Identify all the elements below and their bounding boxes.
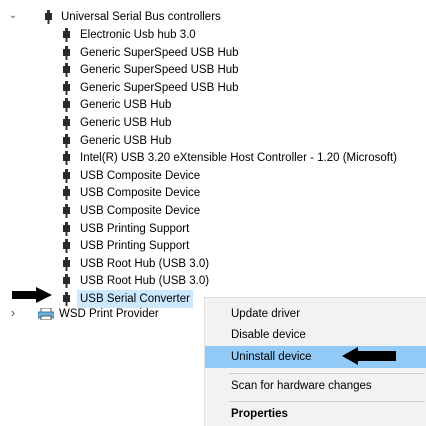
- usb-plug-icon: [63, 151, 70, 165]
- tree-node-device[interactable]: Generic USB Hub: [0, 114, 426, 132]
- usb-plug-icon: [63, 63, 70, 77]
- tree-node-label: Generic USB Hub: [80, 117, 172, 129]
- usb-plug-icon: [63, 98, 70, 112]
- tree-node-device[interactable]: USB Root Hub (USB 3.0): [0, 272, 426, 290]
- tree-node-device[interactable]: Generic SuperSpeed USB Hub: [0, 61, 426, 79]
- tree-node-label: USB Composite Device: [80, 187, 201, 199]
- usb-plug-icon: [63, 292, 70, 306]
- usb-plug-icon: [63, 134, 70, 148]
- menu-item-properties[interactable]: Properties: [205, 403, 426, 425]
- tree-node-device[interactable]: Generic SuperSpeed USB Hub: [0, 44, 426, 62]
- menu-item-label: Scan for hardware changes: [231, 380, 372, 392]
- tree-node-device[interactable]: USB Composite Device: [0, 202, 426, 220]
- usb-plug-icon: [63, 239, 70, 253]
- tree-node-label: USB Composite Device: [80, 205, 201, 217]
- tree-node-label: Generic SuperSpeed USB Hub: [80, 64, 239, 76]
- tree-node-label: Generic USB Hub: [80, 135, 172, 147]
- menu-item-label: Properties: [231, 408, 288, 420]
- menu-separator: [229, 401, 425, 402]
- tree-node-device[interactable]: Intel(R) USB 3.20 eXtensible Host Contro…: [0, 149, 426, 167]
- usb-plug-icon: [63, 257, 70, 271]
- tree-node-device[interactable]: Generic USB Hub: [0, 132, 426, 150]
- usb-plug-icon: [63, 28, 70, 42]
- menu-separator: [229, 373, 425, 374]
- menu-item-scan-hardware[interactable]: Scan for hardware changes: [205, 375, 426, 397]
- menu-item-label: Disable device: [231, 329, 306, 341]
- usb-plug-icon: [63, 222, 70, 236]
- tree-node-label: Generic USB Hub: [80, 99, 172, 111]
- tree-node-label: USB Composite Device: [80, 170, 201, 182]
- black-arrow-icon: [342, 347, 396, 365]
- tree-node-device[interactable]: Generic USB Hub: [0, 96, 426, 114]
- tree-node-device[interactable]: USB Printing Support: [0, 220, 426, 238]
- tree-node-device[interactable]: Electronic Usb hub 3.0: [0, 26, 426, 44]
- usb-plug-icon: [63, 274, 70, 288]
- menu-item-label: Uninstall device: [231, 351, 312, 363]
- menu-item-disable-device[interactable]: Disable device: [205, 324, 426, 346]
- menu-item-label: Update driver: [231, 308, 301, 320]
- tree-node-label: Generic SuperSpeed USB Hub: [80, 82, 239, 94]
- usb-plug-icon: [63, 116, 70, 130]
- tree-node-label: Generic SuperSpeed USB Hub: [80, 47, 239, 59]
- tree-node-usb-controllers[interactable]: ⌄ Universal Serial Bus controllers: [0, 8, 300, 26]
- tree-node-device[interactable]: Generic SuperSpeed USB Hub: [0, 79, 426, 97]
- tree-node-wsd-print-provider[interactable]: › WSD Print Provider: [0, 305, 204, 323]
- usb-plug-icon: [45, 10, 52, 24]
- tree-node-device[interactable]: USB Printing Support: [0, 237, 426, 255]
- tree-node-label: WSD Print Provider: [59, 308, 159, 320]
- chevron-down-icon[interactable]: ⌄: [8, 7, 18, 25]
- tree-node-label: USB Root Hub (USB 3.0): [80, 275, 210, 287]
- tree-node-device[interactable]: USB Composite Device: [0, 184, 426, 202]
- printer-icon: [38, 308, 54, 320]
- tree-node-device[interactable]: USB Root Hub (USB 3.0): [0, 255, 426, 273]
- tree-node-label: Electronic Usb hub 3.0: [80, 29, 196, 41]
- tree-node-label: USB Printing Support: [80, 223, 190, 235]
- usb-plug-icon: [63, 81, 70, 95]
- usb-plug-icon: [63, 169, 70, 183]
- tree-node-label: USB Root Hub (USB 3.0): [80, 258, 210, 270]
- tree-node-label: USB Printing Support: [80, 240, 190, 252]
- tree-node-label: Universal Serial Bus controllers: [61, 11, 221, 23]
- black-arrow-icon: [12, 287, 52, 303]
- usb-plug-icon: [63, 46, 70, 60]
- usb-plug-icon: [63, 204, 70, 218]
- usb-plug-icon: [63, 186, 70, 200]
- chevron-right-icon[interactable]: ›: [8, 304, 18, 322]
- menu-item-update-driver[interactable]: Update driver: [205, 303, 426, 325]
- tree-node-label: Intel(R) USB 3.20 eXtensible Host Contro…: [80, 152, 398, 164]
- tree-node-device[interactable]: USB Composite Device: [0, 167, 426, 185]
